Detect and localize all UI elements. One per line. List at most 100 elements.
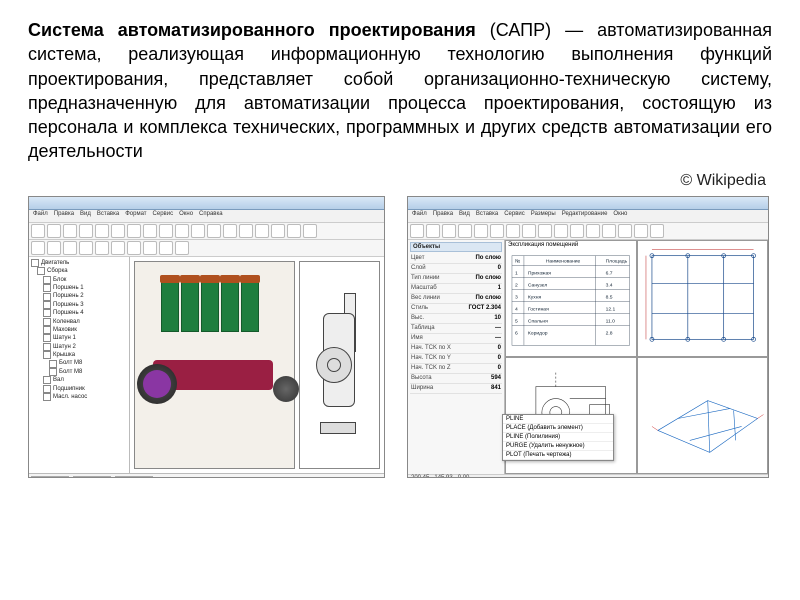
tree-node[interactable]: Болт М8 bbox=[49, 368, 127, 376]
property-row[interactable]: Нач. TCK по Y0 bbox=[410, 354, 502, 364]
property-row[interactable]: Слой0 bbox=[410, 264, 502, 274]
property-row[interactable]: Высота594 bbox=[410, 374, 502, 384]
tool-button[interactable] bbox=[255, 224, 269, 238]
tool-button[interactable] bbox=[143, 224, 157, 238]
properties-panel[interactable]: Объекты ЦветПо слоюСлой0Тип линииПо слою… bbox=[408, 240, 505, 474]
tree-node[interactable]: Масл. насос bbox=[43, 393, 127, 401]
tree-node[interactable]: Шатун 2 bbox=[43, 343, 127, 351]
menu-item[interactable]: Правка bbox=[433, 211, 453, 221]
tool-button[interactable] bbox=[538, 224, 552, 238]
tool-button[interactable] bbox=[31, 241, 45, 255]
popup-item[interactable]: PLACE (Добавить элемент) bbox=[503, 424, 613, 433]
menu-item[interactable]: Вставка bbox=[97, 211, 119, 221]
menu-bar[interactable]: Файл Правка Вид Вставка Формат Сервис Ок… bbox=[29, 210, 384, 223]
tool-button[interactable] bbox=[458, 224, 472, 238]
tool-button[interactable] bbox=[490, 224, 504, 238]
tool-button[interactable] bbox=[79, 241, 93, 255]
property-row[interactable]: Нач. TCK по Z0 bbox=[410, 364, 502, 374]
tool-button[interactable] bbox=[650, 224, 664, 238]
model-tree[interactable]: ДвигательСборкаБлокПоршень 1Поршень 2Пор… bbox=[29, 257, 130, 473]
property-row[interactable]: ЦветПо слою bbox=[410, 254, 502, 264]
menu-item[interactable]: Окно bbox=[613, 211, 627, 221]
tool-button[interactable] bbox=[506, 224, 520, 238]
tool-button[interactable] bbox=[111, 224, 125, 238]
tool-button[interactable] bbox=[79, 224, 93, 238]
tree-node[interactable]: Блок bbox=[43, 276, 127, 284]
menu-item[interactable]: Файл bbox=[33, 211, 48, 221]
tool-button[interactable] bbox=[554, 224, 568, 238]
property-row[interactable]: Нач. TCK по X0 bbox=[410, 344, 502, 354]
menu-item[interactable]: Формат bbox=[125, 211, 146, 221]
menu-item[interactable]: Вид bbox=[80, 211, 91, 221]
tool-button[interactable] bbox=[287, 224, 301, 238]
tool-button[interactable] bbox=[634, 224, 648, 238]
tree-node[interactable]: Шатун 1 bbox=[43, 334, 127, 342]
popup-item[interactable]: PURGE (Удалить ненужное) bbox=[503, 442, 613, 451]
tool-button[interactable] bbox=[95, 241, 109, 255]
menu-item[interactable]: Файл bbox=[412, 211, 427, 221]
tool-button[interactable] bbox=[159, 224, 173, 238]
tool-button[interactable] bbox=[586, 224, 600, 238]
tool-button[interactable] bbox=[303, 224, 317, 238]
popup-item[interactable]: PLOT (Печать чертежа) bbox=[503, 451, 613, 460]
view-table[interactable]: Экспликация помещений bbox=[505, 240, 637, 357]
tool-button[interactable] bbox=[602, 224, 616, 238]
tree-node[interactable]: Поршень 3 bbox=[43, 301, 127, 309]
menu-item[interactable]: Сервис bbox=[504, 211, 525, 221]
property-row[interactable]: Масштаб1 bbox=[410, 284, 502, 294]
tool-button[interactable] bbox=[143, 241, 157, 255]
property-row[interactable]: Ширина841 bbox=[410, 384, 502, 394]
menu-item[interactable]: Редактирование bbox=[562, 211, 608, 221]
popup-item[interactable]: PLINE (Полилиния) bbox=[503, 433, 613, 442]
tool-button[interactable] bbox=[159, 241, 173, 255]
tool-button[interactable] bbox=[474, 224, 488, 238]
viewport-drawing[interactable] bbox=[299, 261, 380, 469]
tree-node[interactable]: Коленвал bbox=[43, 318, 127, 326]
tool-button[interactable] bbox=[191, 224, 205, 238]
tree-node[interactable]: Подшипник bbox=[43, 385, 127, 393]
property-row[interactable]: Имя— bbox=[410, 334, 502, 344]
tree-node[interactable]: Поршень 4 bbox=[43, 309, 127, 317]
tree-node[interactable]: Сборка bbox=[37, 267, 127, 275]
menu-bar[interactable]: Файл Правка Вид Вставка Сервис Размеры Р… bbox=[408, 210, 768, 223]
menu-item[interactable]: Вставка bbox=[476, 211, 498, 221]
property-row[interactable]: Вес линииПо слою bbox=[410, 294, 502, 304]
menu-item[interactable]: Окно bbox=[179, 211, 193, 221]
property-row[interactable]: СтильГОСТ 2.304 bbox=[410, 304, 502, 314]
tool-button[interactable] bbox=[570, 224, 584, 238]
property-row[interactable]: Выс.10 bbox=[410, 314, 502, 324]
tree-node[interactable]: Вал bbox=[43, 376, 127, 384]
tree-node[interactable]: Крышка bbox=[43, 351, 127, 359]
menu-item[interactable]: Размеры bbox=[531, 211, 556, 221]
tool-button[interactable] bbox=[63, 224, 77, 238]
tool-button[interactable] bbox=[63, 241, 77, 255]
tool-button[interactable] bbox=[175, 224, 189, 238]
tree-node[interactable]: Маховик bbox=[43, 326, 127, 334]
tool-button[interactable] bbox=[47, 224, 61, 238]
tool-button[interactable] bbox=[271, 224, 285, 238]
view-floorplan[interactable] bbox=[637, 240, 769, 357]
tool-button[interactable] bbox=[111, 241, 125, 255]
tree-node[interactable]: Болт М8 bbox=[49, 359, 127, 367]
tool-button[interactable] bbox=[426, 224, 440, 238]
tool-button[interactable] bbox=[522, 224, 536, 238]
property-row[interactable]: Тип линииПо слою bbox=[410, 274, 502, 284]
menu-item[interactable]: Справка bbox=[199, 211, 223, 221]
tool-button[interactable] bbox=[175, 241, 189, 255]
command-popup[interactable]: PLINE PLACE (Добавить элемент) PLINE (По… bbox=[502, 414, 614, 461]
thumbnail[interactable] bbox=[73, 476, 111, 478]
tool-button[interactable] bbox=[127, 224, 141, 238]
menu-item[interactable]: Правка bbox=[54, 211, 74, 221]
tool-button[interactable] bbox=[223, 224, 237, 238]
tool-button[interactable] bbox=[207, 224, 221, 238]
viewport-3d[interactable] bbox=[134, 261, 295, 469]
thumbnail[interactable] bbox=[31, 476, 69, 478]
menu-item[interactable]: Вид bbox=[459, 211, 470, 221]
thumbnail[interactable] bbox=[115, 476, 153, 478]
view-iso-plan[interactable] bbox=[637, 357, 769, 474]
tree-node[interactable]: Поршень 2 bbox=[43, 292, 127, 300]
tool-button[interactable] bbox=[618, 224, 632, 238]
tool-button[interactable] bbox=[31, 224, 45, 238]
tool-button[interactable] bbox=[127, 241, 141, 255]
popup-item[interactable]: PLINE bbox=[503, 415, 613, 424]
